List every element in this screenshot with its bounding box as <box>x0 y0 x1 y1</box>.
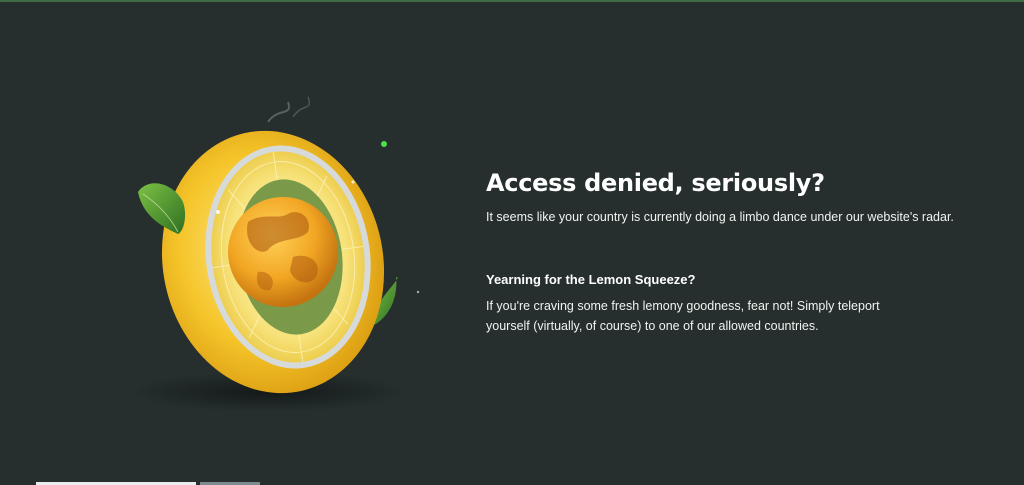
top-border <box>0 0 1024 2</box>
intro-text: It seems like your country is currently … <box>486 210 954 224</box>
lemon-globe-illustration <box>118 92 438 422</box>
page-title: Access denied, seriously? <box>486 169 825 197</box>
access-denied-content: Access denied, seriously? It seems like … <box>486 168 986 336</box>
section-heading: Yearning for the Lemon Squeeze? <box>486 272 696 287</box>
body-text: If you're craving some fresh lemony good… <box>486 299 880 333</box>
